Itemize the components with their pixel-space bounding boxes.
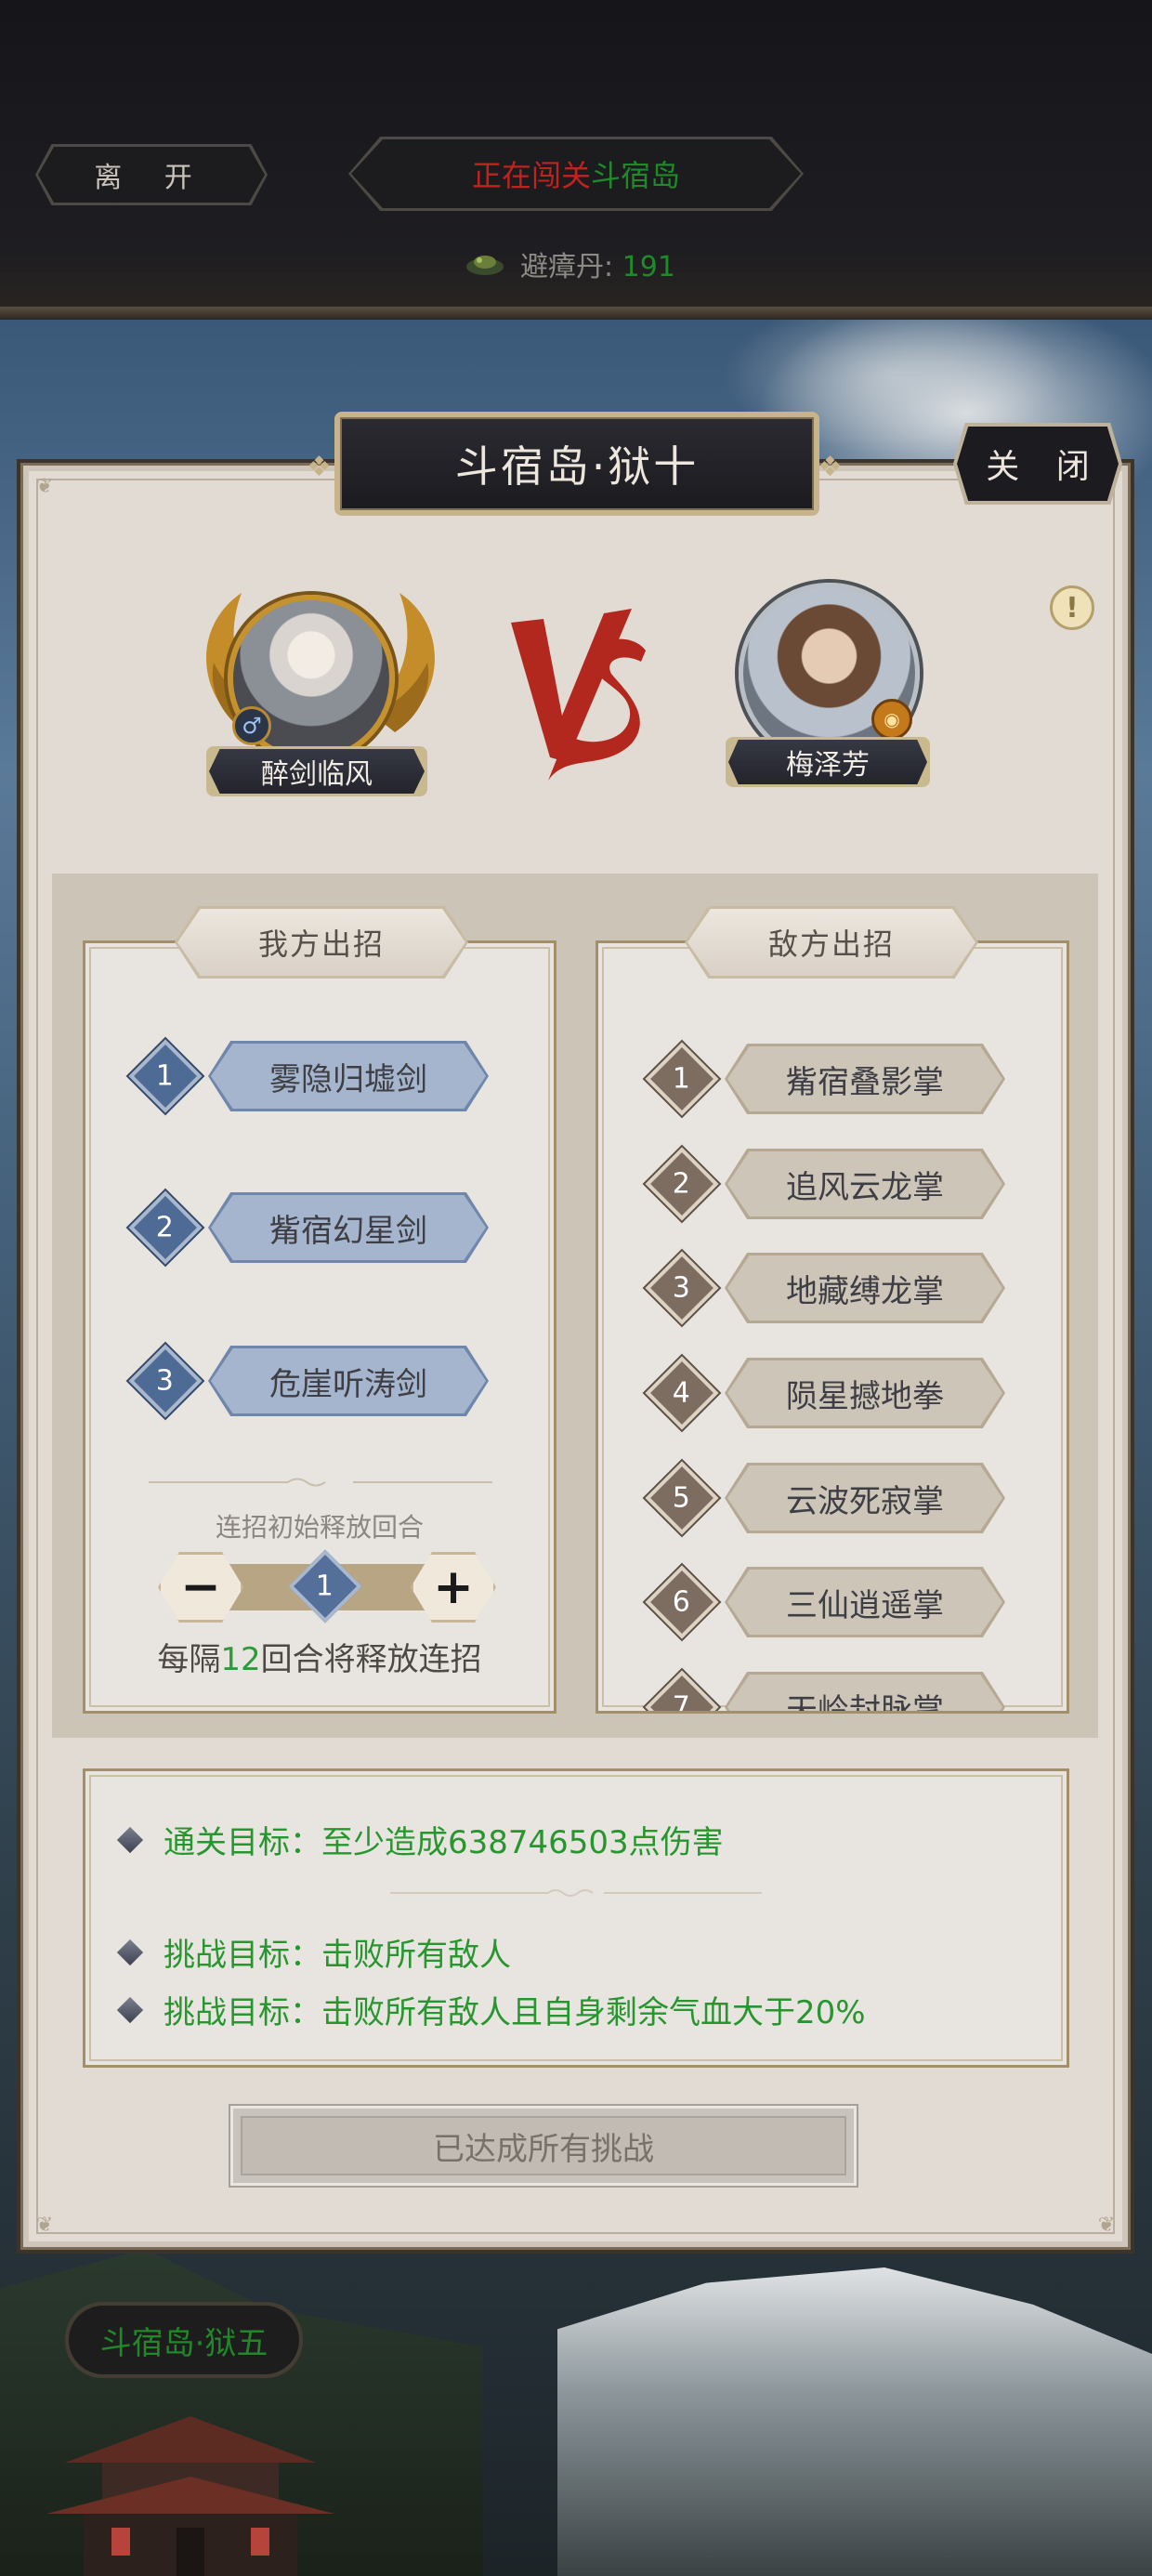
- move-name: 陨星撼地拳: [727, 1360, 1002, 1426]
- my-move-row[interactable]: 2 觜宿幻星剑: [128, 1190, 489, 1265]
- enemy-move-row[interactable]: 3 地藏缚龙掌: [645, 1251, 1005, 1325]
- move-name: 三仙逍遥掌: [727, 1570, 1002, 1635]
- enemy-name-plate: 梅泽芳: [726, 737, 930, 787]
- my-moves-tab: 我方出招: [175, 906, 468, 979]
- move-number-badge: 2: [128, 1190, 203, 1265]
- combo-start-label: 连招初始释放回合: [215, 1512, 424, 1543]
- status-location: 斗宿岛: [591, 158, 681, 193]
- dialog-title: 斗宿岛·狱十: [340, 417, 814, 510]
- ornament-divider: [149, 1478, 492, 1487]
- move-name: 雾隐归墟剑: [211, 1044, 486, 1109]
- my-move-slot[interactable]: 雾隐归墟剑: [208, 1041, 489, 1111]
- move-name: 地藏缚龙掌: [727, 1255, 1002, 1321]
- my-move-slot[interactable]: 觜宿幻星剑: [208, 1192, 489, 1263]
- move-number-badge: 2: [645, 1147, 719, 1221]
- next-stage-label[interactable]: 斗宿岛·狱五: [65, 2302, 303, 2378]
- move-number-badge: 6: [645, 1565, 719, 1639]
- enemy-move-slot[interactable]: 云波死寂掌: [725, 1463, 1005, 1533]
- enemy-moves-panel: 1 觜宿叠影掌 2 追风云龙掌 3 地藏缚龙掌 4 陨星撼地拳 5 云波死寂掌 6 三仙逍遥掌 7 天岭封…: [596, 940, 1069, 1714]
- move-name: 危崖听涛剑: [211, 1348, 486, 1413]
- move-number-badge: 5: [645, 1461, 719, 1535]
- enemy-move-slot[interactable]: 天岭封脉掌: [725, 1672, 1005, 1711]
- my-move-slot[interactable]: 危崖听涛剑: [208, 1346, 489, 1416]
- move-name: 天岭封脉掌: [727, 1675, 1002, 1711]
- move-number-badge: 1: [128, 1039, 203, 1113]
- move-number-badge: 4: [645, 1356, 719, 1430]
- enemy-move-slot[interactable]: 地藏缚龙掌: [725, 1253, 1005, 1323]
- title-ornament-right: ❖: [818, 451, 843, 483]
- leave-button[interactable]: 离 开: [35, 144, 268, 205]
- challenge-goal: 挑战目标： 击败所有敌人: [116, 1929, 511, 1975]
- close-button[interactable]: 关 闭: [953, 423, 1122, 505]
- move-number-badge: 7: [645, 1670, 719, 1711]
- move-name: 云波死寂掌: [727, 1465, 1002, 1531]
- player-name: 醉剑临风: [209, 749, 425, 794]
- move-name: 追风云龙掌: [727, 1151, 1002, 1216]
- top-bar-edge: [0, 307, 1152, 320]
- goal-bullet-icon: [116, 1996, 144, 2023]
- enemy-move-slot[interactable]: 陨星撼地拳: [725, 1358, 1005, 1428]
- interval-value: 12: [220, 1641, 261, 1678]
- pill-bowl-icon: [466, 256, 504, 275]
- corner-ornament: ❦: [35, 475, 54, 498]
- challenge-goal: 挑战目标： 击败所有敌人且自身剩余气血大于20%: [116, 1987, 866, 2032]
- move-number-badge: 3: [645, 1251, 719, 1325]
- enemy-move-slot[interactable]: 觜宿叠影掌: [725, 1044, 1005, 1114]
- enemy-move-row[interactable]: 5 云波死寂掌: [645, 1461, 1005, 1535]
- goal-bullet-icon: [116, 1939, 144, 1965]
- enemy-moves-tab-label: 敌方出招: [687, 909, 975, 976]
- combo-interval-text: 每隔12回合将释放连招: [157, 1641, 482, 1678]
- item-count: 191: [622, 251, 675, 283]
- enemy-move-slot[interactable]: 三仙逍遥掌: [725, 1567, 1005, 1637]
- item-counter: 避瘴丹: 191: [465, 243, 675, 284]
- enemy-element-badge-icon: ◉: [871, 699, 912, 740]
- title-plate: 斗宿岛·狱十: [334, 412, 819, 516]
- status-prefix: 正在闯关: [471, 158, 591, 193]
- enemy-moves-tab: 敌方出招: [685, 906, 978, 979]
- all-challenges-done-button[interactable]: 已达成所有挑战: [230, 2106, 857, 2186]
- enemy-move-row[interactable]: 6 三仙逍遥掌: [645, 1565, 1005, 1639]
- enemy-move-row[interactable]: 1 觜宿叠影掌: [645, 1042, 1005, 1116]
- player-name-plate: 醉剑临风: [206, 746, 427, 796]
- move-number-badge: 1: [645, 1042, 719, 1116]
- enemy-move-row[interactable]: 7 天岭封脉掌: [645, 1670, 1005, 1711]
- leave-label: 离 开: [38, 147, 265, 203]
- title-ornament-left: ❖: [307, 451, 332, 483]
- done-label: 已达成所有挑战: [241, 2116, 846, 2175]
- my-move-row[interactable]: 1 雾隐归墟剑: [128, 1039, 489, 1113]
- pagoda-icon: [46, 2416, 334, 2576]
- move-name: 觜宿叠影掌: [727, 1046, 1002, 1111]
- ornament-divider: [390, 1889, 762, 1897]
- item-label: 避瘴丹:: [520, 251, 622, 283]
- info-icon[interactable]: !: [1050, 585, 1094, 630]
- enemy-move-slot[interactable]: 追风云龙掌: [725, 1149, 1005, 1219]
- corner-ornament: ❦: [35, 2214, 54, 2237]
- enemy-move-row[interactable]: 4 陨星撼地拳: [645, 1356, 1005, 1430]
- move-number-badge: 3: [128, 1344, 203, 1418]
- close-label: 关 闭: [957, 427, 1119, 501]
- enemy-move-row[interactable]: 2 追风云龙掌: [645, 1147, 1005, 1221]
- move-name: 觜宿幻星剑: [211, 1195, 486, 1260]
- challenge-status: 正在闯关 斗宿岛: [348, 137, 804, 211]
- vs-emblem: VS: [511, 609, 646, 781]
- goal-bullet-icon: [116, 1826, 144, 1853]
- enemy-name: 梅泽芳: [728, 740, 927, 784]
- next-stage-name: 斗宿岛·狱五: [69, 2306, 299, 2374]
- my-move-row[interactable]: 3 危崖听涛剑: [128, 1344, 489, 1418]
- corner-ornament: ❦: [1097, 2214, 1116, 2237]
- clear-goal: 通关目标： 至少造成638746503点伤害: [116, 1817, 724, 1862]
- my-moves-tab-label: 我方出招: [177, 909, 465, 976]
- male-gender-icon: ♂: [232, 706, 271, 745]
